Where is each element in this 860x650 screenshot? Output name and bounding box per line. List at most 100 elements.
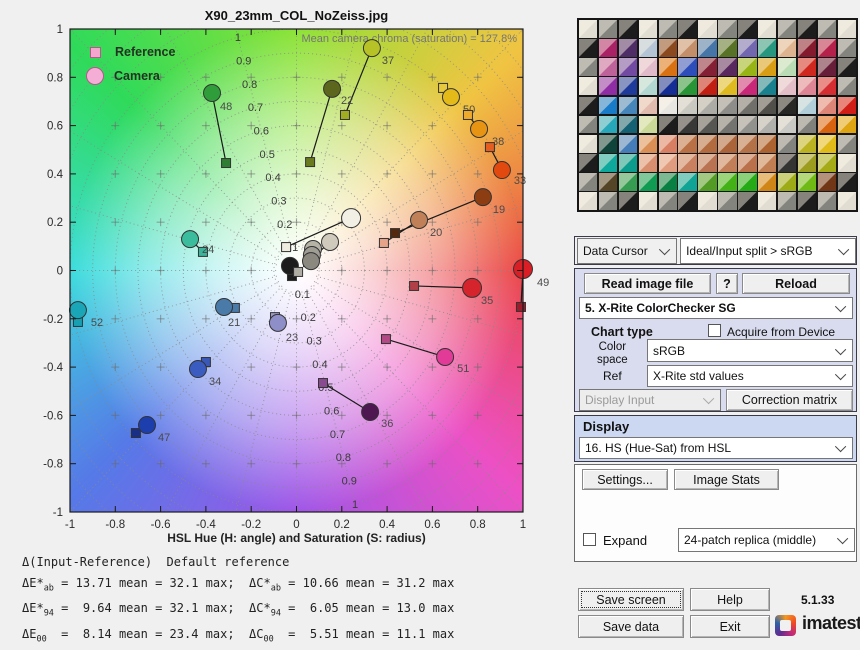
camera-marker [182,231,199,248]
color-patch [698,135,716,153]
x-tick-label: -0.6 [151,519,171,531]
exit-button[interactable]: Exit [690,615,770,638]
help-question-button[interactable]: ? [716,273,738,294]
stats-row-1: ΔE*ab = 13.71 mean = 32.1 max; ΔC*ab = 1… [22,573,454,599]
color-patch [659,192,677,210]
chevron-down-icon [837,533,848,544]
stats-header-text: Δ(Input-Reference) Default reference [22,555,289,569]
version-label: 5.1.33 [801,593,834,607]
camera-marker [463,278,482,297]
camera-marker [302,253,319,270]
colorchecker-image[interactable] [577,18,858,212]
ring-label: 0.8 [242,79,257,91]
plot-legend: Reference Camera [86,40,175,88]
replica-value: 24-patch replica (middle) [684,533,816,547]
correction-matrix-button[interactable]: Correction matrix [726,389,853,411]
camera-marker [204,84,221,101]
reload-button[interactable]: Reload [742,273,850,294]
view-mode-value: Ideal/Input split > sRGB [686,244,812,258]
color-patch [738,192,756,210]
color-patch [639,39,657,57]
color-patch [659,154,677,172]
color-patch [798,135,816,153]
ref-values-select[interactable]: X-Rite std values [647,365,853,387]
color-patch [818,116,836,134]
color-patch [698,192,716,210]
display-group: Display 16. HS (Hue-Sat) from HSL [574,415,857,462]
reference-marker [131,429,140,438]
patch-number-label: 51 [457,363,469,375]
chevron-down-icon [835,301,846,312]
delta-e-statistics: Δ(Input-Reference) Default reference ΔE*… [22,552,454,650]
save-data-button[interactable]: Save data [578,615,684,638]
data-cursor-select[interactable]: Data Cursor [577,238,677,264]
camera-marker [139,417,156,434]
color-patch [758,39,776,57]
ring-label: 0.9 [342,475,357,487]
color-space-select[interactable]: sRGB [647,339,853,362]
chart-type-select[interactable]: 5. X-Rite ColorChecker SG [579,297,853,319]
camera-marker [493,162,510,179]
ref-values-value: X-Rite std values [653,369,744,383]
color-patch [798,58,816,76]
color-patch [619,135,637,153]
stat-sub: ab [271,583,281,593]
stat-label: ΔC* [249,576,271,590]
patch-number-label: 47 [158,432,170,444]
camera-marker [437,348,454,365]
save-screen-button[interactable]: Save screen [578,588,684,611]
color-patch [698,20,716,38]
y-tick-label: -1 [53,507,63,519]
y-tick-label: -0.6 [43,410,63,422]
color-patch [838,77,856,95]
ring-label: 0.2 [277,219,292,231]
y-tick-label: 0 [57,266,63,278]
color-patch [738,173,756,191]
x-tick-label: -0.4 [196,519,216,531]
color-patch [639,97,657,115]
color-patch [698,116,716,134]
display-input-value: Display Input [585,393,654,407]
x-tick-label: 0.4 [379,519,396,531]
display-mode-select[interactable]: 16. HS (Hue-Sat) from HSL [579,437,853,459]
color-patch [838,116,856,134]
replica-select[interactable]: 24-patch replica (middle) [678,528,855,552]
color-patch [659,20,677,38]
ring-label: 1 [235,32,241,44]
x-tick-label: 1 [520,519,526,531]
color-patch [579,58,597,76]
color-patch [639,135,657,153]
color-patch [619,20,637,38]
color-patch [639,77,657,95]
patch-number-label: 34 [209,376,221,388]
stats-header: Δ(Input-Reference) Default reference [22,552,454,573]
color-patch [758,135,776,153]
ring-label: 0.4 [312,359,327,371]
read-image-file-button[interactable]: Read image file [584,273,711,294]
color-patch [619,116,637,134]
color-patch [758,173,776,191]
view-mode-select[interactable]: Ideal/Input split > sRGB [680,238,856,264]
color-patch [758,192,776,210]
reference-marker [410,281,419,290]
color-patch [659,77,677,95]
reference-marker [463,110,472,119]
x-tick-label: 0.8 [470,519,486,531]
color-patch [798,77,816,95]
reference-marker [340,110,349,119]
x-tick-label: -1 [65,519,75,531]
color-patch [678,173,696,191]
ring-label: 0.1 [295,289,310,301]
color-space-label: Colorspace [597,341,628,367]
camera-marker [442,89,459,106]
color-patch [798,20,816,38]
acquire-from-device-checkbox[interactable] [708,324,721,337]
color-patch [718,116,736,134]
expand-checkbox[interactable] [583,533,596,546]
image-stats-button[interactable]: Image Stats [674,469,779,490]
correction-matrix-label: Correction matrix [742,393,837,407]
color-patch [778,97,796,115]
settings-button[interactable]: Settings... [582,469,668,490]
ring-label: 0.8 [336,452,351,464]
help-button[interactable]: Help [690,588,770,611]
